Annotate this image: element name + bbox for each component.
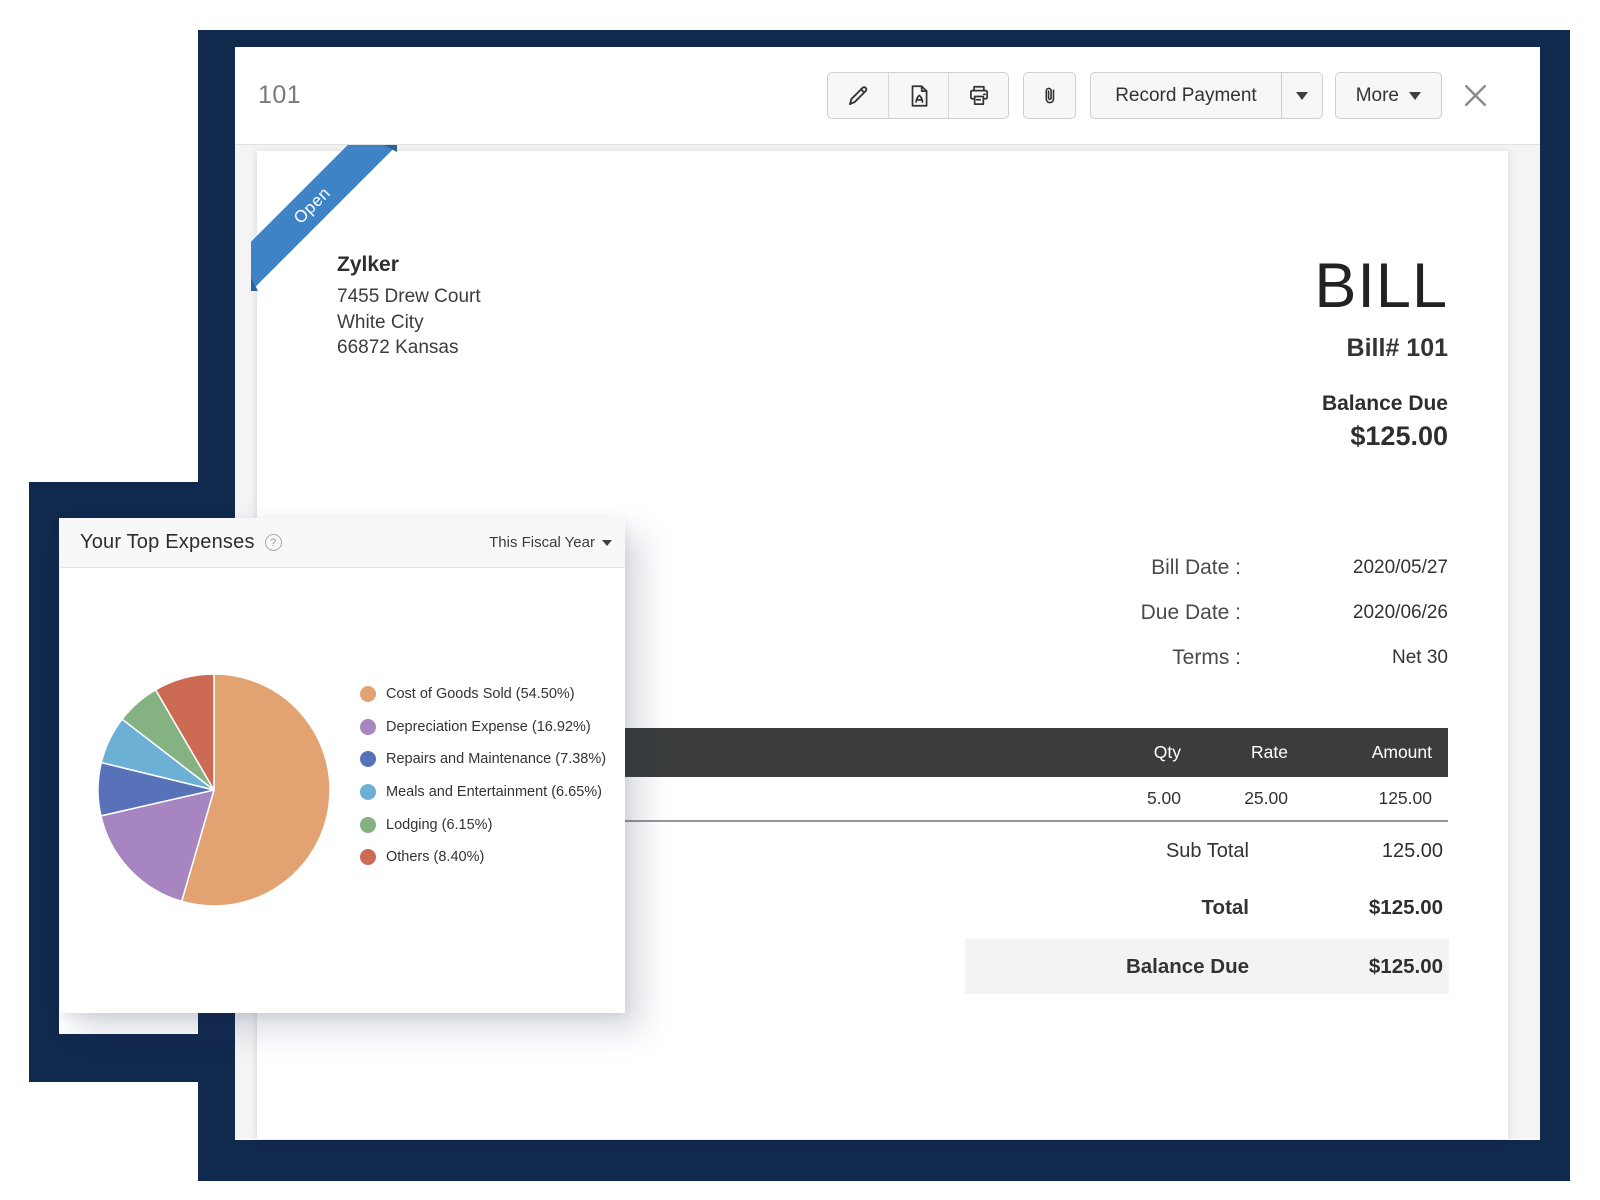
sub-total-row: Sub Total 125.00: [965, 825, 1449, 877]
more-button[interactable]: More: [1335, 72, 1442, 119]
legend-item: Lodging (6.15%): [360, 808, 606, 841]
cell-rate: 25.00: [1181, 788, 1288, 809]
record-payment-button[interactable]: Record Payment: [1091, 73, 1281, 118]
close-icon: [1462, 82, 1489, 109]
document-title: BILL: [1314, 255, 1448, 318]
meta-row: Due Date : 2020/06/26: [1141, 590, 1448, 635]
col-amount: Amount: [1288, 742, 1432, 763]
print-button[interactable]: [948, 73, 1008, 118]
help-icon[interactable]: ?: [265, 534, 282, 551]
chevron-down-icon: [1296, 92, 1308, 100]
pdf-file-icon: [906, 83, 932, 109]
legend-swatch: [360, 784, 376, 800]
period-selector-label: This Fiscal Year: [489, 534, 595, 551]
meta-label: Bill Date :: [1151, 556, 1241, 580]
bill-meta-block: Bill Date : 2020/05/27 Due Date : 2020/0…: [1141, 545, 1448, 680]
status-ribbon-label: Open: [290, 183, 335, 228]
sub-total-value: 125.00: [1249, 840, 1449, 863]
legend-item: Cost of Goods Sold (54.50%): [360, 678, 606, 711]
legend-item: Meals and Entertainment (6.65%): [360, 776, 606, 809]
col-qty: Qty: [1071, 742, 1181, 763]
chevron-down-icon: [602, 540, 612, 546]
legend-label: Others (8.40%): [386, 849, 484, 865]
vendor-name: Zylker: [337, 253, 481, 277]
paperclip-icon: [1038, 84, 1062, 108]
page-title-bill-number: 101: [258, 81, 301, 110]
toolbar-actions: Record Payment More: [827, 72, 1490, 119]
top-expenses-card: Your Top Expenses ? This Fiscal Year Cos…: [60, 518, 625, 1013]
period-selector[interactable]: This Fiscal Year: [489, 534, 612, 551]
meta-label: Terms :: [1172, 646, 1241, 670]
bill-reference: Bill# 101: [1314, 334, 1448, 363]
more-label: More: [1356, 85, 1399, 107]
legend-item: Others (8.40%): [360, 841, 606, 874]
col-rate: Rate: [1181, 742, 1288, 763]
sub-total-label: Sub Total: [1166, 840, 1249, 863]
legend-label: Repairs and Maintenance (7.38%): [386, 751, 606, 767]
legend-label: Cost of Goods Sold (54.50%): [386, 686, 575, 702]
vendor-address-line: White City: [337, 310, 481, 336]
close-button[interactable]: [1460, 81, 1490, 111]
legend-swatch: [360, 719, 376, 735]
total-label: Total: [1202, 896, 1249, 920]
record-payment-split-button: Record Payment: [1090, 72, 1323, 119]
vendor-address-line: 7455 Drew Court: [337, 284, 481, 310]
document-header-block: BILL Bill# 101 Balance Due $125.00: [1314, 255, 1448, 452]
expenses-pie-chart[interactable]: [94, 670, 334, 910]
legend-item: Repairs and Maintenance (7.38%): [360, 743, 606, 776]
meta-label: Due Date :: [1141, 601, 1241, 625]
pie-legend: Cost of Goods Sold (54.50%) Depreciation…: [360, 678, 606, 874]
vendor-address-line: 66872 Kansas: [337, 335, 481, 361]
meta-value: 2020/05/27: [1241, 557, 1448, 579]
cell-amount: 125.00: [1288, 788, 1432, 809]
balance-row-label: Balance Due: [1126, 955, 1249, 979]
legend-swatch: [360, 849, 376, 865]
cell-qty: 5.00: [1071, 788, 1181, 809]
meta-value: Net 30: [1241, 647, 1448, 669]
edit-button[interactable]: [828, 73, 888, 118]
record-payment-dropdown[interactable]: [1281, 73, 1322, 118]
balance-due-label: Balance Due: [1314, 392, 1448, 416]
balance-due-value: $125.00: [1314, 421, 1448, 452]
document-action-group: [827, 72, 1009, 119]
page: { "window": { "bill_number": "101", "too…: [0, 0, 1600, 1200]
pencil-icon: [845, 83, 871, 109]
total-value: $125.00: [1249, 896, 1449, 920]
total-row: Total $125.00: [965, 877, 1449, 939]
card-title: Your Top Expenses: [80, 531, 255, 554]
legend-label: Meals and Entertainment (6.65%): [386, 784, 602, 800]
totals-block: Sub Total 125.00 Total $125.00 Balance D…: [965, 825, 1449, 994]
chevron-down-icon: [1409, 92, 1421, 100]
balance-row-value: $125.00: [1249, 955, 1449, 979]
meta-row: Terms : Net 30: [1141, 635, 1448, 680]
legend-item: Depreciation Expense (16.92%): [360, 711, 606, 744]
legend-label: Lodging (6.15%): [386, 817, 492, 833]
legend-swatch: [360, 686, 376, 702]
export-pdf-button[interactable]: [888, 73, 948, 118]
printer-icon: [966, 83, 992, 109]
meta-row: Bill Date : 2020/05/27: [1141, 545, 1448, 590]
balance-due-row: Balance Due $125.00: [965, 939, 1449, 994]
card-header: Your Top Expenses ? This Fiscal Year: [60, 518, 625, 568]
legend-swatch: [360, 751, 376, 767]
attachments-button[interactable]: [1023, 72, 1076, 119]
record-payment-label: Record Payment: [1115, 85, 1257, 107]
vendor-address-block: Zylker 7455 Drew Court White City 66872 …: [337, 253, 481, 361]
meta-value: 2020/06/26: [1241, 602, 1448, 624]
legend-swatch: [360, 817, 376, 833]
legend-label: Depreciation Expense (16.92%): [386, 719, 591, 735]
toolbar: 101: [235, 47, 1540, 145]
